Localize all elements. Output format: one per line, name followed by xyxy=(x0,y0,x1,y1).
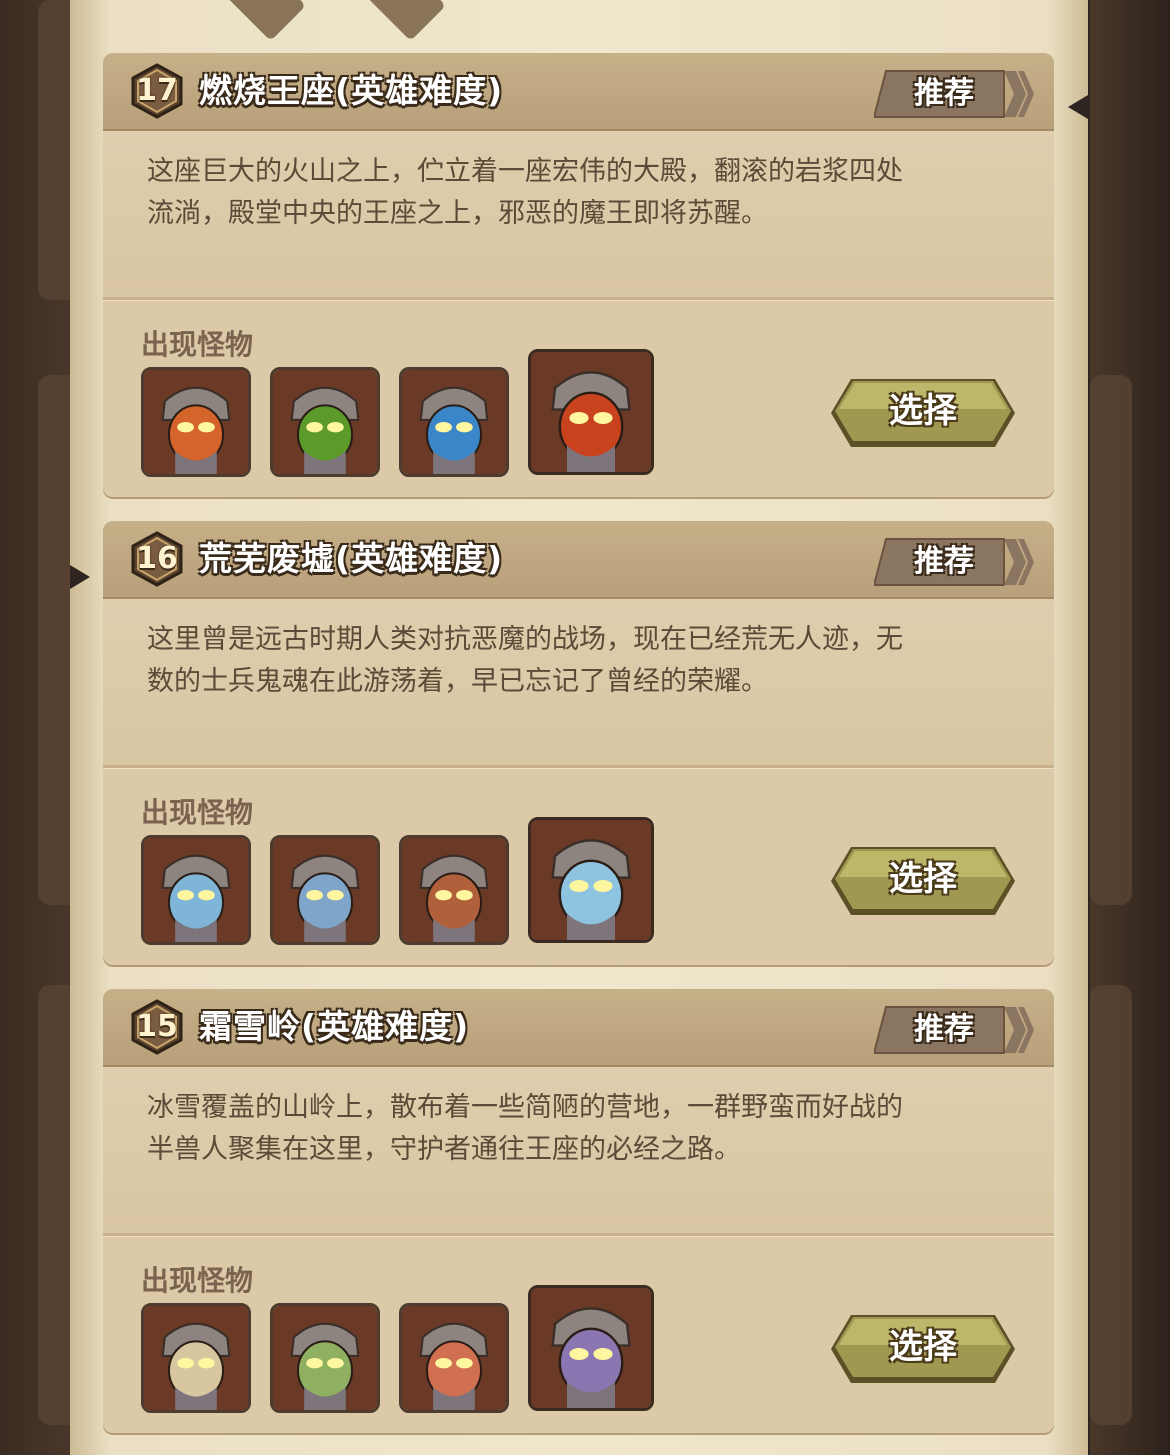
orc-pale-portrait xyxy=(141,1303,251,1413)
ghost-lord-boss-portrait xyxy=(528,817,654,943)
description-area: 这里曾是远古时期人类对抗恶魔的战场，现在已经荒无人迹，无 数的士兵鬼魂在此游荡着… xyxy=(103,599,1054,765)
description-line: 冰雪覆盖的山岭上，散布着一些简陋的营地，一群野蛮而好战的 xyxy=(147,1092,903,1123)
description-line: 流淌，殿堂中央的王座之上，邪恶的魔王即将苏醒。 xyxy=(147,198,768,229)
orc-green-icon xyxy=(273,1306,377,1410)
level-badge: 15 xyxy=(129,999,185,1055)
orc-pale-icon xyxy=(144,1306,248,1410)
ghost-knight-icon xyxy=(144,838,248,942)
scroll-tab xyxy=(214,0,306,41)
level-number: 16 xyxy=(136,541,178,576)
select-label: 选择 xyxy=(889,391,957,431)
monsters-label: 出现怪物 xyxy=(141,328,254,361)
stage-card: 17 燃烧王座(英雄难度) 推荐 这座巨大的火山之上，伫立着一座宏伟的大殿，翻滚… xyxy=(103,53,1054,497)
description-line: 半兽人聚集在这里，守护者通往王座的必经之路。 xyxy=(147,1134,741,1165)
orc-red-portrait xyxy=(399,1303,509,1413)
stage-description: 冰雪覆盖的山岭上，散布着一些简陋的营地，一群野蛮而好战的 半兽人聚集在这里，守护… xyxy=(147,1087,1027,1171)
armored-demon-orange-icon xyxy=(144,370,248,474)
description-area: 冰雪覆盖的山岭上，散布着一些简陋的营地，一群野蛮而好战的 半兽人聚集在这里，守护… xyxy=(103,1067,1054,1233)
divider xyxy=(103,297,1054,301)
divider xyxy=(103,765,1054,769)
stage-description: 这座巨大的火山之上，伫立着一座宏伟的大殿，翻滚的岩浆四处 流淌，殿堂中央的王座之… xyxy=(147,151,1027,235)
ghost-soldier-icon xyxy=(402,838,506,942)
select-button[interactable]: 选择 xyxy=(829,1311,1017,1387)
ghost-knight-portrait xyxy=(141,835,251,945)
background-card xyxy=(1090,375,1132,905)
description-line: 这里曾是远古时期人类对抗恶魔的战场，现在已经荒无人迹，无 xyxy=(147,624,903,655)
stage-description: 这里曾是远古时期人类对抗恶魔的战场，现在已经荒无人迹，无 数的士兵鬼魂在此游荡着… xyxy=(147,619,1027,703)
parchment-tear xyxy=(70,565,90,589)
demon-king-boss-icon xyxy=(531,352,651,472)
armored-demon-blue-icon xyxy=(402,370,506,474)
stage-header: 15 霜雪岭(英雄难度) 推荐 xyxy=(103,989,1054,1067)
armored-demon-blue-portrait xyxy=(399,367,509,477)
ghost-hooded-portrait xyxy=(270,835,380,945)
parchment-tear xyxy=(1068,95,1088,119)
recommend-label: 推荐 xyxy=(914,544,974,579)
armored-demon-green-icon xyxy=(273,370,377,474)
description-area: 这座巨大的火山之上，伫立着一座宏伟的大殿，翻滚的岩浆四处 流淌，殿堂中央的王座之… xyxy=(103,131,1054,297)
orc-chief-boss-portrait xyxy=(528,1285,654,1411)
level-badge: 17 xyxy=(129,63,185,119)
recommend-label: 推荐 xyxy=(914,1012,974,1047)
stage-title: 燃烧王座(英雄难度) xyxy=(199,71,504,110)
orc-red-icon xyxy=(402,1306,506,1410)
stage-card: 15 霜雪岭(英雄难度) 推荐 冰雪覆盖的山岭上，散布着一些简陋的营地，一群野蛮… xyxy=(103,989,1054,1433)
stage-title: 荒芜废墟(英雄难度) xyxy=(199,539,504,578)
armored-demon-green-portrait xyxy=(270,367,380,477)
monsters-label: 出现怪物 xyxy=(141,1264,254,1297)
level-number: 15 xyxy=(136,1009,178,1044)
divider xyxy=(103,1233,1054,1237)
ghost-soldier-portrait xyxy=(399,835,509,945)
stage-header: 16 荒芜废墟(英雄难度) 推荐 xyxy=(103,521,1054,599)
ghost-hooded-icon xyxy=(273,838,377,942)
stage-card: 16 荒芜废墟(英雄难度) 推荐 这里曾是远古时期人类对抗恶魔的战场，现在已经荒… xyxy=(103,521,1054,965)
stage-header: 17 燃烧王座(英雄难度) 推荐 xyxy=(103,53,1054,131)
select-button[interactable]: 选择 xyxy=(829,843,1017,919)
background-card xyxy=(1090,985,1132,1425)
orc-chief-boss-icon xyxy=(531,1288,651,1408)
scroll-tab xyxy=(354,0,446,41)
recommend-tag: 推荐 xyxy=(874,69,1034,119)
orc-green-portrait xyxy=(270,1303,380,1413)
level-number: 17 xyxy=(136,73,178,108)
ghost-lord-boss-icon xyxy=(531,820,651,940)
description-line: 这座巨大的火山之上，伫立着一座宏伟的大殿，翻滚的岩浆四处 xyxy=(147,156,903,187)
recommend-tag: 推荐 xyxy=(874,537,1034,587)
description-line: 数的士兵鬼魂在此游荡着，早已忘记了曾经的荣耀。 xyxy=(147,666,768,697)
recommend-label: 推荐 xyxy=(914,76,974,111)
level-badge: 16 xyxy=(129,531,185,587)
select-button[interactable]: 选择 xyxy=(829,375,1017,451)
select-label: 选择 xyxy=(889,1327,957,1367)
select-label: 选择 xyxy=(889,859,957,899)
monsters-label: 出现怪物 xyxy=(141,796,254,829)
armored-demon-orange-portrait xyxy=(141,367,251,477)
demon-king-boss-portrait xyxy=(528,349,654,475)
recommend-tag: 推荐 xyxy=(874,1005,1034,1055)
stage-title: 霜雪岭(英雄难度) xyxy=(199,1007,470,1046)
